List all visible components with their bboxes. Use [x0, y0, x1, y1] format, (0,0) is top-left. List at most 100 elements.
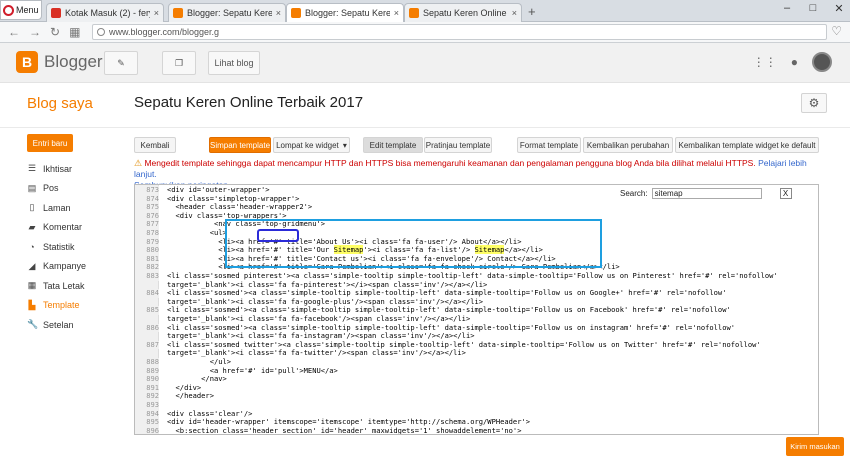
gear-icon: ⚙: [808, 96, 820, 110]
sidebar-item-setelan[interactable]: 🔧 Setelan: [27, 315, 117, 335]
sidebar-item-tata-letak[interactable]: ▦ Tata Letak: [27, 276, 117, 296]
sidebar-item-label: Setelan: [43, 319, 74, 330]
blog-title: Sepatu Keren Online Terbaik 2017: [134, 94, 364, 111]
search-input[interactable]: sitemap: [651, 187, 762, 199]
lompat-ke-widget-dropdown[interactable]: Lompat ke widget ▾: [273, 137, 350, 153]
megaphone-icon: ◢: [28, 260, 36, 271]
line-number: 884: [135, 289, 159, 298]
back-icon[interactable]: ←: [8, 25, 20, 39]
blogger-header: B Blogger ✎ ❐ Lihat blog ⋮⋮ ●: [0, 43, 850, 83]
sidebar-item-label: Komentar: [43, 222, 83, 233]
posts-icon: ❐: [174, 57, 184, 68]
tab-label: Blogger: Sepatu Keren Onl: [305, 8, 390, 18]
close-window-icon[interactable]: ✕: [832, 2, 846, 15]
entri-baru-button[interactable]: Entri baru: [27, 134, 73, 152]
tab-label: Kotak Masuk (2) - feryfadli: [65, 8, 150, 18]
sidebar-item-ikhtisar[interactable]: ☰ Ikhtisar: [27, 159, 117, 179]
code-line: 889 <a href='#' id='pull'>MENU</a>: [135, 366, 818, 376]
lihat-blog-button[interactable]: Lihat blog: [208, 51, 260, 75]
sidebar-item-kampanye[interactable]: ◢ Kampanye: [27, 257, 117, 277]
tab-close-icon[interactable]: ×: [276, 8, 281, 18]
chart-icon: ◔: [29, 241, 35, 252]
code-line: 892 </header>: [135, 392, 818, 401]
speed-dial-icon[interactable]: ▦: [69, 25, 80, 39]
sidebar-item-label: Tata Letak: [43, 280, 85, 291]
window-controls: – □ ✕: [780, 2, 846, 15]
line-number: 885: [135, 306, 159, 315]
new-tab-button[interactable]: +: [528, 4, 536, 19]
apps-grid-icon[interactable]: ⋮⋮: [753, 55, 777, 69]
sidebar-item-label: Statistik: [43, 241, 75, 252]
tab-favicon-icon: [409, 8, 419, 18]
tab-favicon-icon: [51, 8, 61, 18]
tab-close-icon[interactable]: ×: [512, 8, 517, 18]
tab-close-icon[interactable]: ×: [394, 8, 399, 18]
blog-subheader: Blog saya Sepatu Keren Online Terbaik 20…: [0, 83, 850, 128]
address-bar: ← → ↻ ▦ www.blogger.com/blogger.g ♡: [0, 22, 850, 43]
sidebar-item-template[interactable]: ▙ Template: [27, 296, 117, 316]
notifications-icon[interactable]: ●: [791, 55, 798, 69]
settings-button[interactable]: ⚙: [801, 93, 827, 113]
sidebar-item-label: Pos: [43, 183, 59, 194]
sidebar-item-pos[interactable]: ▤ Pos: [27, 179, 117, 199]
blogger-brand[interactable]: Blogger: [44, 52, 103, 72]
view-posts-button[interactable]: ❐: [162, 51, 196, 75]
reload-icon[interactable]: ↻: [50, 25, 60, 39]
editor-search: Search: sitemap X: [620, 187, 810, 199]
security-icon: [97, 28, 105, 36]
minimize-icon[interactable]: –: [780, 2, 794, 15]
browser-tabbar: Menu Kotak Masuk (2) - feryfadli×Blogger…: [0, 0, 850, 22]
tab-close-icon[interactable]: ×: [154, 8, 159, 18]
pencil-icon: ✎: [117, 57, 125, 68]
tab-label: Sepatu Keren Online Terbai: [423, 8, 508, 18]
template-icon: ▙: [28, 299, 36, 310]
kembalikan-template-widget-button[interactable]: Kembalikan template widget ke default: [675, 137, 819, 153]
code-line: 891 </div>: [135, 383, 818, 393]
kirim-masukan-button[interactable]: Kirim masukan: [786, 437, 844, 456]
tab-label: Blogger: Sepatu Keren Onli: [187, 8, 272, 18]
sidebar-item-label: Ikhtisar: [43, 163, 73, 174]
browser-tab[interactable]: Sepatu Keren Online Terbai ×: [404, 3, 522, 22]
warning-icon: ⚠: [134, 158, 143, 168]
code-text: </header>: [167, 391, 214, 401]
list-icon: ☰: [27, 163, 37, 174]
bookmark-heart-icon[interactable]: ♡: [831, 24, 842, 38]
line-number: 886: [135, 323, 159, 333]
simpan-template-button[interactable]: Simpan template: [209, 137, 271, 153]
highlight-box: [225, 219, 602, 268]
browser-menu-button[interactable]: Menu: [0, 0, 42, 20]
browser-tab[interactable]: Kotak Masuk (2) - feryfadli ×: [46, 3, 164, 22]
sidebar-item-komentar[interactable]: ▰ Komentar: [27, 218, 117, 238]
sidebar: Entri baru ☰ Ikhtisar ▤ Pos ▯ Laman ▰ Komentar ◔…: [27, 134, 117, 335]
maximize-icon[interactable]: □: [806, 2, 820, 15]
sidebar-item-label: Kampanye: [43, 261, 87, 272]
browser-tab[interactable]: Blogger: Sepatu Keren Onl ×: [286, 3, 404, 22]
code-line: 890 </nav>: [135, 375, 818, 384]
document-icon: ▤: [27, 182, 37, 193]
blogger-logo-icon[interactable]: B: [16, 51, 38, 73]
opera-icon: [3, 4, 14, 16]
caret-down-icon: ▾: [342, 140, 347, 150]
line-number: 883: [135, 271, 159, 281]
forward-icon[interactable]: →: [29, 25, 41, 39]
avatar[interactable]: [812, 52, 832, 72]
close-search-button[interactable]: X: [779, 187, 792, 199]
tab-favicon-icon: [173, 8, 183, 18]
edit-template-button[interactable]: Edit template: [363, 137, 423, 153]
href-focus-box: [257, 229, 299, 242]
sidebar-item-laman[interactable]: ▯ Laman: [27, 198, 117, 218]
layout-icon: ▦: [27, 280, 37, 291]
browser-tab[interactable]: Blogger: Sepatu Keren Onli ×: [168, 3, 286, 22]
blog-saya-link[interactable]: Blog saya: [27, 95, 93, 112]
sidebar-item-statistik[interactable]: ◔ Statistik: [27, 237, 117, 257]
url-field[interactable]: www.blogger.com/blogger.g: [92, 24, 827, 40]
code-line: target='_blank'><i class='fa fa-twitter'…: [135, 349, 818, 358]
tab-favicon-icon: [291, 8, 301, 18]
kembali-button[interactable]: Kembali: [134, 137, 176, 153]
template-toolbar: Kembali Simpan template Lompat ke widget…: [134, 137, 819, 153]
page-icon: ▯: [29, 202, 35, 213]
kembalikan-perubahan-button[interactable]: Kembalikan perubahan: [583, 137, 673, 153]
pratinjau-template-button[interactable]: Pratinjau template: [424, 137, 492, 153]
new-post-pencil-button[interactable]: ✎: [104, 51, 138, 75]
format-template-button[interactable]: Format template: [517, 137, 581, 153]
